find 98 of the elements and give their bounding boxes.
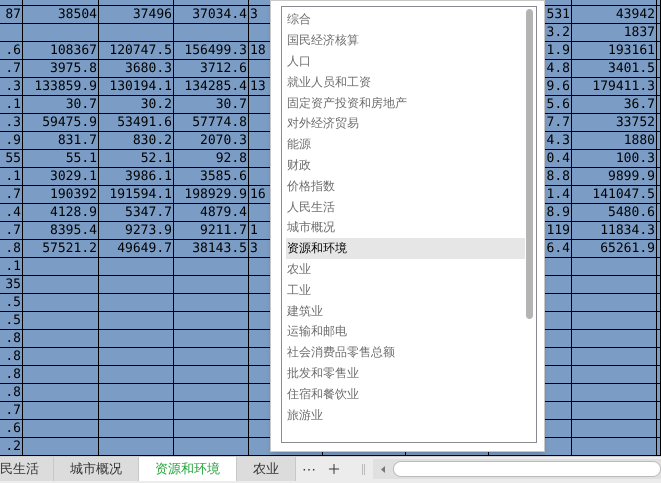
table-cell: .7	[0, 402, 23, 420]
table-cell: .2	[0, 438, 23, 456]
table-cell: 55	[0, 150, 23, 168]
table-cell: 38504	[23, 6, 99, 24]
table-cell: 30.2	[99, 96, 174, 114]
table-cell: 141047.5	[572, 186, 657, 204]
table-cell: 92.8	[174, 150, 249, 168]
table-cell: .7	[0, 186, 23, 204]
table-cell: 830.2	[99, 132, 174, 150]
sheet-tab[interactable]: 农业	[237, 457, 296, 481]
table-cell: 57774.8	[174, 114, 249, 132]
splitter-handle[interactable]	[362, 464, 365, 475]
table-cell: 1837	[572, 24, 657, 42]
table-cell: 3986.1	[99, 168, 174, 186]
table-cell: 130194.1	[99, 78, 174, 96]
table-cell: 100.3	[572, 150, 657, 168]
plus-icon[interactable]	[326, 461, 342, 477]
more-tabs-button[interactable]: ⋯	[296, 457, 322, 481]
table-cell: .4	[0, 204, 23, 222]
table-cell: 9273.9	[99, 222, 174, 240]
table-cell: 156499.3	[174, 42, 249, 60]
table-cell: 36.7	[572, 96, 657, 114]
table-cell: 3712.6	[174, 60, 249, 78]
table-cell: .5	[0, 294, 23, 312]
table-cell: 49649.7	[99, 240, 174, 258]
table-cell: 3401.5	[572, 60, 657, 78]
table-cell: 193161	[572, 42, 657, 60]
sheet-list-item[interactable]: 农业	[286, 258, 525, 280]
table-cell: 55.1	[23, 150, 99, 168]
table-cell: 5480.6	[572, 204, 657, 222]
sheet-tab[interactable]: 城市概况	[54, 457, 139, 481]
table-cell: 30.7	[174, 96, 249, 114]
table-cell: 30.7	[23, 96, 99, 114]
sheet-list-item[interactable]: 批发和零售业	[286, 362, 525, 384]
table-cell: 59475.9	[23, 114, 99, 132]
table-cell: .8	[0, 348, 23, 366]
table-cell: .6	[0, 420, 23, 438]
table-cell: .8	[0, 384, 23, 402]
scrollbar-thumb[interactable]	[393, 461, 661, 477]
sheet-list-item[interactable]: 工业	[286, 279, 525, 300]
table-cell: .8	[0, 240, 23, 258]
table-cell: .1	[0, 168, 23, 186]
table-cell: 35	[0, 276, 23, 294]
table-cell: 65261.9	[572, 240, 657, 258]
sheet-list-item[interactable]: 资源和环境	[286, 238, 525, 259]
table-cell: 52.1	[99, 150, 174, 168]
table-cell: 33752	[572, 114, 657, 132]
table-cell: 198929.9	[174, 186, 249, 204]
sheet-tab[interactable]: 民生活	[0, 457, 54, 481]
table-cell: 3029.1	[23, 168, 99, 186]
scroll-left-icon[interactable]	[381, 466, 385, 472]
table-cell: 5347.7	[99, 204, 174, 222]
table-cell: 37034.4	[174, 6, 249, 24]
table-cell: .9	[0, 132, 23, 150]
table-cell: 3680.3	[99, 60, 174, 78]
sheet-tab[interactable]: 资源和环境	[139, 457, 237, 481]
sheet-list-item[interactable]: 住宿和餐饮业	[286, 383, 525, 404]
table-cell: 4128.9	[23, 204, 99, 222]
table-cell: 37496	[99, 6, 174, 24]
table-cell: 87	[0, 6, 23, 24]
table-cell: 9899.9	[572, 168, 657, 186]
table-cell: 3975.8	[23, 60, 99, 78]
scrollbar-thumb[interactable]	[526, 9, 533, 319]
table-cell: 831.7	[23, 132, 99, 150]
table-cell: 8395.4	[23, 222, 99, 240]
sheet-list-item[interactable]: 社会消费品零售总额	[286, 342, 525, 363]
table-cell: 57521.2	[23, 240, 99, 258]
sheet-list-item[interactable]: 运输和邮电	[286, 320, 525, 342]
table-cell: .7	[0, 222, 23, 240]
table-cell: 179411.3	[572, 78, 657, 96]
table-cell: .6	[0, 42, 23, 60]
table-cell: 38143.5	[174, 240, 249, 258]
horizontal-scrollbar[interactable]	[373, 459, 661, 479]
table-cell: 2070.3	[174, 132, 249, 150]
table-cell: 190392	[23, 186, 99, 204]
table-cell: .5	[0, 312, 23, 330]
table-cell: 11834.3	[572, 222, 657, 240]
table-cell: 4879.4	[174, 204, 249, 222]
table-cell: .7	[0, 60, 23, 78]
table-cell: 3585.6	[174, 168, 249, 186]
table-cell: 9211.7	[174, 222, 249, 240]
table-cell: .8	[0, 330, 23, 348]
table-cell: 134285.4	[174, 78, 249, 96]
table-cell: 108367	[23, 42, 99, 60]
table-cell: .3	[0, 78, 23, 96]
table-cell: 43942	[572, 6, 657, 24]
table-cell	[0, 24, 23, 42]
sheet-list-item[interactable]: 旅游业	[286, 404, 525, 425]
table-cell: 1880	[572, 132, 657, 150]
table-cell: 120747.5	[99, 42, 174, 60]
table-cell: .1	[0, 96, 23, 114]
table-cell: 53491.6	[99, 114, 174, 132]
table-cell: .8	[0, 366, 23, 384]
table-cell: .3	[0, 114, 23, 132]
table-cell: 133859.9	[23, 78, 99, 96]
table-cell: .1	[0, 258, 23, 276]
sheet-list-item[interactable]: 建筑业	[286, 300, 525, 321]
table-cell: 191594.1	[99, 186, 174, 204]
